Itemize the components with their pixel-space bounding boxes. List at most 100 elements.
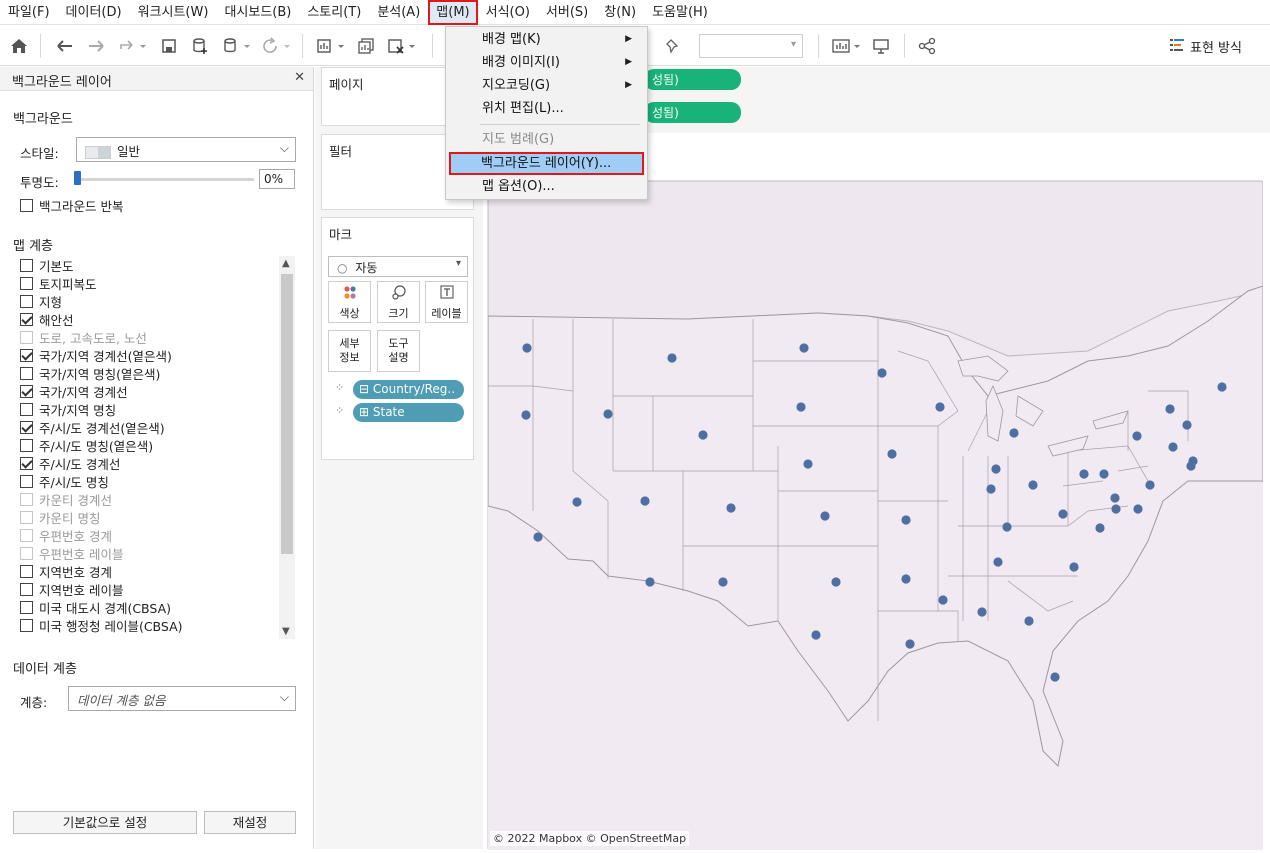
close-icon[interactable]: ✕ [294,70,305,85]
state-point[interactable] [726,503,736,513]
checkbox[interactable] [20,474,33,488]
state-point[interactable] [831,577,841,587]
map-layer-item[interactable]: 해안선 [20,310,74,328]
menu-background-images[interactable]: 배경 이미지(I) ▶ [447,51,646,74]
state-point[interactable] [645,577,655,587]
menu-geocoding[interactable]: 지오코딩(G) ▶ [447,74,646,97]
size-button[interactable]: 크기 [377,281,420,323]
state-point[interactable] [1002,522,1012,532]
tooltip-button[interactable]: 도구 설명 [377,330,420,372]
state-point[interactable] [1050,672,1060,682]
color-button[interactable]: 색상 [328,281,371,323]
checkbox[interactable] [20,384,33,398]
state-point[interactable] [1182,420,1192,430]
state-point[interactable] [1058,509,1068,519]
menu-story[interactable]: 스토리(T) [299,0,369,25]
state-point[interactable] [938,595,948,605]
state-point[interactable] [799,343,809,353]
show-labels-icon[interactable] [830,35,864,57]
menu-file[interactable]: 파일(F) [0,0,58,25]
state-point[interactable] [1095,523,1105,533]
new-datasource-icon[interactable] [189,35,211,57]
state-point[interactable] [1165,404,1175,414]
set-default-button[interactable]: 기본값으로 설정 [13,811,197,834]
checkbox[interactable] [20,618,33,632]
state-point[interactable] [796,402,806,412]
map-layer-item[interactable]: 국가/지역 명칭 [20,400,116,418]
state-point[interactable] [991,464,1001,474]
checkbox[interactable] [20,402,33,416]
repeat-background-checkbox[interactable]: 백그라운드 반복 [20,196,123,214]
refresh-icon[interactable] [260,35,294,57]
state-point[interactable] [993,557,1003,567]
checkbox[interactable] [20,438,33,452]
share-icon[interactable] [916,35,938,57]
checkbox[interactable] [20,420,33,434]
checkbox[interactable] [20,366,33,380]
checkbox[interactable] [20,348,33,362]
menu-map-options[interactable]: 맵 옵션(O)... [447,175,646,198]
reset-button[interactable]: 재설정 [204,811,296,834]
longitude-pill[interactable]: 성됨) [644,69,741,90]
state-point[interactable] [718,577,728,587]
map-layer-item[interactable]: 기본도 [20,256,74,274]
state-point[interactable] [698,430,708,440]
scroll-down-icon[interactable]: ▼ [282,626,290,637]
state-point[interactable] [1069,562,1079,572]
menu-window[interactable]: 창(N) [596,0,644,25]
menu-background-layers[interactable]: 백그라운드 레이어(Y)... [449,152,644,175]
menu-background-maps[interactable]: 배경 맵(K) ▶ [447,28,646,51]
state-point[interactable] [667,353,677,363]
fit-dropdown[interactable]: ▾ [699,34,803,58]
state-point[interactable] [1028,480,1038,490]
state-point[interactable] [1099,469,1109,479]
checkbox[interactable] [20,198,33,212]
state-point[interactable] [935,402,945,412]
state-point[interactable] [1168,442,1178,452]
map-layer-item[interactable]: 주/시/도 명칭(옅은색) [20,436,153,454]
menu-help[interactable]: 도움말(H) [644,0,716,25]
checkbox[interactable] [20,582,33,596]
state-point[interactable] [905,639,915,649]
latitude-pill[interactable]: 성됨) [644,102,741,123]
map-view[interactable] [487,180,1264,850]
state-point[interactable] [522,343,532,353]
style-select[interactable]: 일반 ⌵ [76,137,296,162]
menu-server[interactable]: 서버(S) [538,0,596,25]
us-map[interactable] [487,180,1264,850]
menu-format[interactable]: 서식(O) [478,0,538,25]
state-point[interactable] [803,459,813,469]
mark-type-dropdown[interactable]: ○ 자동 ▾ [328,256,468,277]
state-point[interactable] [1079,469,1089,479]
redo-icon[interactable] [85,35,107,57]
new-worksheet-icon[interactable] [314,35,348,57]
state-point[interactable] [1133,504,1143,514]
data-layer-select[interactable]: 데이터 계층 없음 ⌵ [68,686,296,711]
state-point[interactable] [811,630,821,640]
state-point[interactable] [1217,382,1227,392]
opacity-slider-thumb[interactable] [74,171,81,185]
map-layer-item[interactable]: 지역번호 경계 [20,562,112,580]
scroll-up-icon[interactable]: ▲ [282,258,290,269]
pin-icon[interactable] [662,35,684,57]
state-point[interactable] [977,607,987,617]
state-point[interactable] [1024,616,1034,626]
state-point[interactable] [877,368,887,378]
label-button[interactable]: 레이블 [425,281,468,323]
menu-data[interactable]: 데이터(D) [58,0,130,25]
state-point[interactable] [521,410,531,420]
map-layer-item[interactable]: 토지피복도 [20,274,97,292]
state-point[interactable] [901,515,911,525]
checkbox[interactable] [20,258,33,272]
checkbox[interactable] [20,564,33,578]
menu-map[interactable]: 맵(M) [428,0,478,25]
opacity-input[interactable]: 0% [259,169,295,189]
undo-icon[interactable] [54,35,76,57]
state-point[interactable] [887,449,897,459]
save-icon[interactable] [158,35,180,57]
state-point[interactable] [820,511,830,521]
map-layer-item[interactable]: 지역번호 레이블 [20,580,123,598]
opacity-slider-track[interactable] [76,178,254,181]
state-point[interactable] [901,574,911,584]
checkbox[interactable] [20,600,33,614]
